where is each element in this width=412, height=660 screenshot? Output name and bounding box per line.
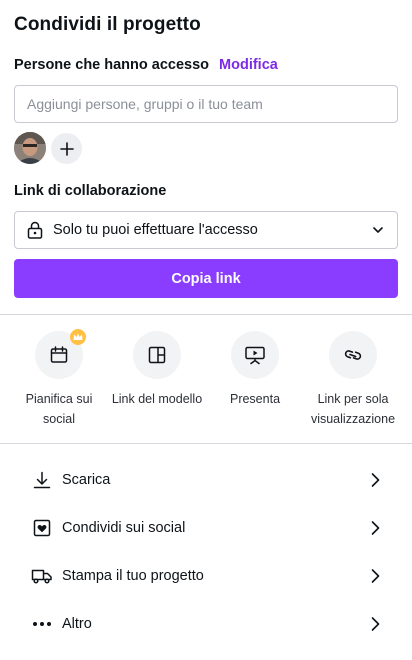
access-label: Persone che hanno accesso (14, 57, 210, 73)
quick-action-label: Presenta (229, 392, 281, 406)
divider (0, 314, 412, 315)
calendar-icon (50, 346, 68, 363)
menu-item-download[interactable]: Scarica (0, 456, 412, 504)
avatar[interactable] (14, 132, 46, 164)
quick-action-template-link[interactable]: Link del modello (108, 331, 206, 409)
truck-icon (31, 565, 53, 587)
quick-action-label: Pianifica sui social (25, 392, 93, 426)
menu-item-more[interactable]: Altro (0, 600, 412, 648)
collaboration-link-label: Link di collaborazione (14, 183, 167, 199)
quick-action-circle (329, 331, 377, 379)
menu-item-label: Condividi sui social (62, 520, 186, 536)
menu-item-label: Scarica (62, 472, 111, 488)
menu-item-label: Altro (62, 616, 92, 632)
quick-action-circle (231, 331, 279, 379)
lock-icon (27, 221, 43, 239)
heart-icon (31, 517, 53, 539)
menu-item-label: Stampa il tuo progetto (62, 568, 204, 584)
menu-item-share-social[interactable]: Condividi sui social (0, 504, 412, 552)
access-row: Persone che hanno accesso Modifica (14, 57, 278, 73)
quick-action-circle (133, 331, 181, 379)
link-access-dropdown[interactable]: Solo tu puoi effettuare l'accesso (14, 211, 398, 249)
quick-action-circle (35, 329, 86, 379)
add-person-button[interactable] (51, 133, 82, 164)
chevron-right-icon (368, 616, 382, 632)
plus-icon (59, 141, 74, 156)
divider (0, 443, 412, 444)
quick-action-label: Link per sola visualizzazione (310, 392, 396, 426)
chevron-down-icon (371, 223, 385, 237)
present-icon (245, 346, 265, 365)
share-options-menu: Scarica Condividi sui social Stampa il t… (0, 456, 412, 648)
chevron-right-icon (368, 472, 382, 488)
crown-icon (70, 329, 86, 345)
link-icon (344, 350, 362, 360)
chevron-right-icon (368, 520, 382, 536)
link-access-value: Solo tu puoi effettuare l'accesso (53, 222, 258, 238)
menu-item-print[interactable]: Stampa il tuo progetto (0, 552, 412, 600)
invite-people-input[interactable] (14, 85, 398, 123)
panel-title: Condividi il progetto (14, 14, 201, 35)
quick-action-present[interactable]: Presenta (206, 331, 304, 409)
edit-access-link[interactable]: Modifica (219, 57, 278, 73)
download-icon (31, 469, 53, 491)
quick-action-schedule-social[interactable]: Pianifica sui social (10, 329, 108, 429)
more-icon (31, 613, 53, 635)
chevron-right-icon (368, 568, 382, 584)
quick-action-label: Link del modello (111, 392, 203, 406)
quick-action-view-only-link[interactable]: Link per sola visualizzazione (304, 331, 402, 429)
copy-link-button[interactable]: Copia link (14, 259, 398, 298)
template-icon (148, 346, 166, 364)
quick-actions: Pianifica sui social Link del modello Pr… (10, 329, 402, 431)
